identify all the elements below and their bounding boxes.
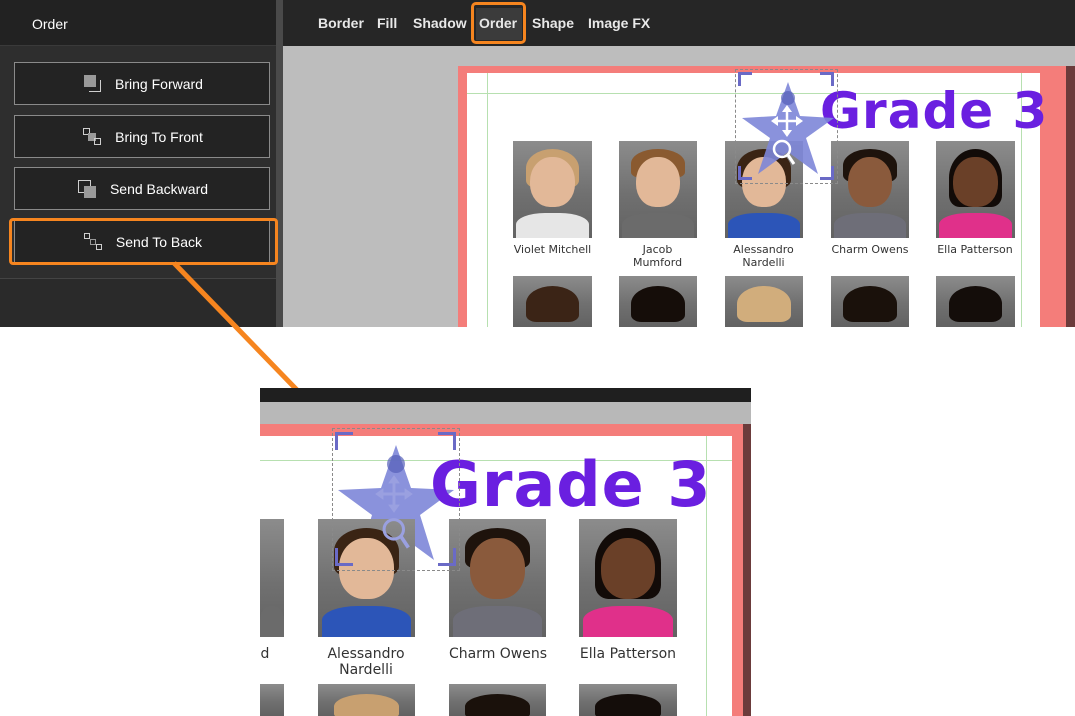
- tab-image-fx[interactable]: Image FX: [588, 15, 650, 31]
- move-handle-icon[interactable]: [374, 474, 414, 514]
- bring-forward-label: Bring Forward: [115, 75, 203, 92]
- tab-fill[interactable]: Fill: [377, 15, 397, 31]
- bring-forward-button[interactable]: Bring Forward: [14, 62, 270, 105]
- send-to-back-label: Send To Back: [115, 233, 203, 250]
- student-photo[interactable]: [513, 276, 592, 327]
- student-name: Alessandro Nardelli: [733, 243, 794, 269]
- bring-to-front-icon: [81, 126, 103, 148]
- move-handle-icon[interactable]: [770, 104, 804, 138]
- selection-corner: [438, 548, 456, 566]
- student-photo[interactable]: [725, 276, 803, 327]
- student-name-partial: d: [260, 646, 270, 662]
- zoom-toolbar-strip: [260, 388, 751, 402]
- zoom-handle-icon[interactable]: [378, 516, 412, 550]
- send-backward-label: Send Backward: [109, 180, 209, 197]
- student-photo[interactable]: [513, 141, 592, 238]
- zoom-page-edge-shadow: [743, 424, 751, 716]
- student-name: Ella Patterson: [937, 243, 1013, 256]
- tab-order[interactable]: Order: [479, 15, 517, 31]
- student-photo[interactable]: [260, 519, 284, 637]
- student-name: Alessandro Nardelli: [327, 646, 405, 678]
- student-photo[interactable]: [831, 276, 909, 327]
- selection-corner: [438, 432, 456, 450]
- student-photo[interactable]: [936, 141, 1015, 238]
- send-to-back-icon: [82, 231, 104, 253]
- selection-corner: [335, 432, 353, 450]
- bring-forward-icon: [81, 73, 103, 95]
- zoom-page-border: [732, 424, 743, 716]
- page-title[interactable]: Grade 3: [820, 82, 1048, 140]
- selection-corner: [335, 548, 353, 566]
- send-backward-icon: [76, 178, 98, 200]
- student-photo[interactable]: [449, 684, 546, 716]
- panel-header: Order: [0, 0, 276, 46]
- send-backward-button[interactable]: Send Backward: [14, 167, 270, 210]
- student-name: Ella Patterson: [579, 646, 677, 662]
- page-title[interactable]: Grade 3: [430, 448, 711, 521]
- student-photo[interactable]: [619, 141, 697, 238]
- student-name: Violet Mitchell: [513, 243, 592, 256]
- zoomed-view: d Alessandro Nardelli Charm Owens Ella P…: [260, 388, 751, 716]
- zoom-canvas-strip: [260, 402, 751, 424]
- student-photo[interactable]: [579, 519, 677, 637]
- student-photo[interactable]: [579, 684, 677, 716]
- bring-to-front-label: Bring To Front: [115, 128, 203, 145]
- student-photo[interactable]: [831, 141, 909, 238]
- student-photo[interactable]: [449, 519, 546, 637]
- tab-shape[interactable]: Shape: [532, 15, 574, 31]
- tab-shadow[interactable]: Shadow: [413, 15, 467, 31]
- student-photo[interactable]: [619, 276, 697, 327]
- format-toolbar: Border Fill Shadow Order Shape Image FX: [283, 0, 1075, 46]
- student-name: Jacob Mumford: [632, 243, 683, 269]
- margin-guide: [487, 73, 488, 327]
- page-edge-shadow: [1066, 66, 1075, 327]
- tab-border[interactable]: Border: [318, 15, 364, 31]
- student-name: Charm Owens: [831, 243, 909, 256]
- panel-title: Order: [32, 16, 68, 32]
- student-photo[interactable]: [936, 276, 1015, 327]
- student-photo[interactable]: [260, 684, 284, 716]
- zoom-handle-icon[interactable]: [770, 138, 796, 166]
- student-name: Charm Owens: [448, 646, 548, 662]
- student-photo[interactable]: [318, 684, 415, 716]
- panel-body: Bring Forward Bring To Front Send Backwa…: [0, 46, 276, 278]
- bring-to-front-button[interactable]: Bring To Front: [14, 115, 270, 158]
